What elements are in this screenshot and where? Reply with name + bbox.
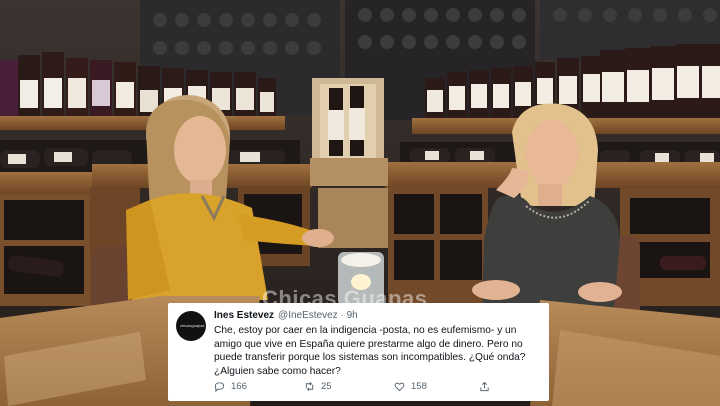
tweet-text: Che, estoy por caer en la indigencia -po… <box>214 325 526 377</box>
tweet-header: Ines Estevez @IneEstevez · 9h <box>214 310 358 321</box>
header-separator: · <box>340 310 344 321</box>
author-name[interactable]: Ines Estevez <box>214 310 274 321</box>
tweet-time[interactable]: 9h <box>347 310 358 321</box>
tweet-card: chicasguapas Ines Estevez @IneEstevez · 9… <box>168 303 549 401</box>
reply-icon <box>214 382 225 392</box>
like-count: 158 <box>411 381 427 392</box>
retweet-count: 25 <box>321 381 332 392</box>
like-button[interactable]: 158 <box>394 381 427 392</box>
share-icon <box>480 381 489 392</box>
author-handle[interactable]: @IneEstevez <box>278 310 338 321</box>
avatar[interactable]: chicasguapas <box>176 311 206 341</box>
reply-count: 166 <box>231 381 247 392</box>
retweet-button[interactable]: 25 <box>304 381 332 392</box>
share-button[interactable] <box>479 381 490 392</box>
tweet-actions: 166 25 158 <box>214 381 514 395</box>
avatar-text: chicasguapas <box>180 323 205 328</box>
heart-icon <box>394 382 405 392</box>
video-frame: Chicas Guapas chicasguapas Ines Estevez @… <box>0 0 720 406</box>
retweet-icon <box>305 382 314 391</box>
reply-button[interactable]: 166 <box>214 381 247 392</box>
